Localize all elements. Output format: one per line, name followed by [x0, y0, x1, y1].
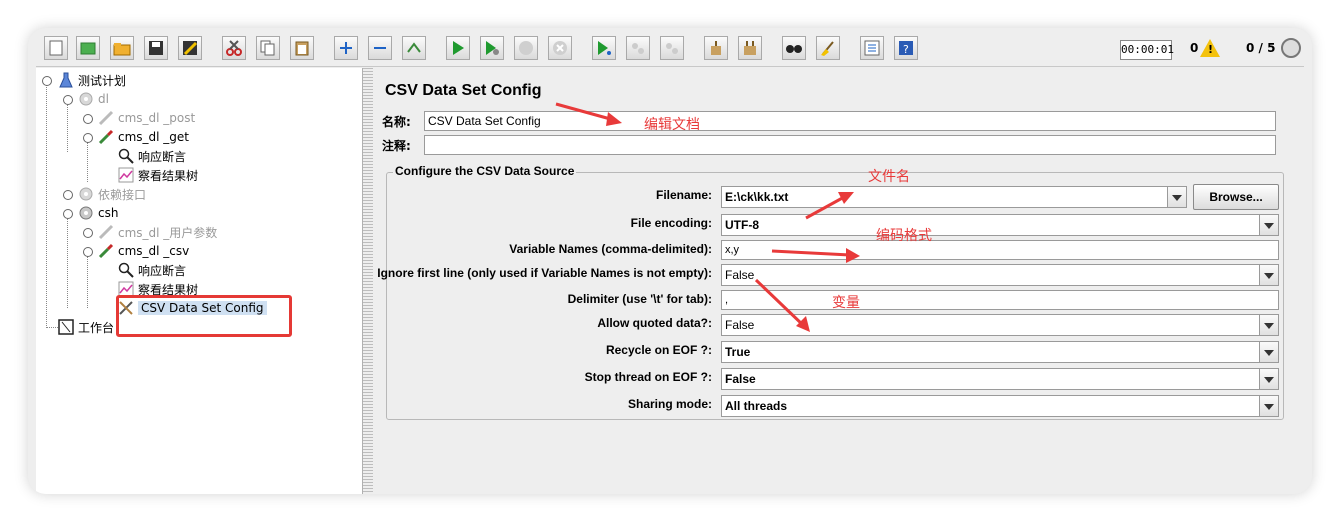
- tree-node-label: 察看结果树: [138, 168, 199, 183]
- save-icon[interactable]: [144, 36, 168, 60]
- tree-node-label: cms_dl _csv: [118, 244, 190, 258]
- new-icon[interactable]: [44, 36, 68, 60]
- collapse-icon[interactable]: [368, 36, 392, 60]
- tree-node-response-assertion-2[interactable]: 响应断言: [118, 261, 186, 279]
- highlight-box: [116, 295, 292, 337]
- tree-node-label: cms_dl _post: [118, 111, 196, 125]
- remote-start-icon[interactable]: [592, 36, 616, 60]
- shutdown-icon[interactable]: [548, 36, 572, 60]
- search-icon[interactable]: [782, 36, 806, 60]
- gear-icon: [78, 205, 94, 221]
- gear-icon: [78, 186, 94, 202]
- workbench-icon: [58, 319, 74, 335]
- tree-node-response-assertion[interactable]: 响应断言: [118, 147, 186, 165]
- copy-icon[interactable]: [256, 36, 280, 60]
- remote-globe-icon[interactable]: [1281, 38, 1301, 58]
- remote-stop-icon[interactable]: [626, 36, 650, 60]
- help-icon[interactable]: ?: [894, 36, 918, 60]
- clear-all-icon[interactable]: [738, 36, 762, 60]
- tree-node-test-plan[interactable]: 测试计划: [58, 71, 126, 89]
- tree-node-dl[interactable]: dl: [78, 90, 109, 108]
- tree-node-label: dl: [98, 92, 109, 106]
- tree-node-label: 工作台: [78, 320, 115, 335]
- tree-node-label: cms_dl _用户参数: [118, 225, 218, 240]
- tree-node-label: 响应断言: [138, 149, 187, 164]
- tree-node-csh[interactable]: csh: [78, 204, 118, 222]
- toolbar: ? 00:00:01 0 ! 0 / 5: [36, 32, 1304, 67]
- tree-node-cms-dl-user-params[interactable]: cms_dl _用户参数: [98, 223, 217, 241]
- pipette-icon: [98, 224, 114, 240]
- tree-node-label: 测试计划: [78, 73, 127, 88]
- paste-icon[interactable]: [290, 36, 314, 60]
- tree-node-dependency[interactable]: 依赖接口: [78, 185, 146, 203]
- thread-count: 0 / 5: [1246, 41, 1276, 55]
- pane-splitter[interactable]: [363, 68, 373, 494]
- start-no-pause-icon[interactable]: [480, 36, 504, 60]
- open-icon[interactable]: [110, 36, 134, 60]
- app-window: ? 00:00:01 0 ! 0 / 5 测试计划 dl cms_dl _pos…: [28, 28, 1312, 494]
- tree-node-cms-dl-post[interactable]: cms_dl _post: [98, 109, 195, 127]
- magnifier-icon: [118, 262, 134, 278]
- elapsed-time: 00:00:01: [1120, 40, 1174, 60]
- warning-mark: !: [1208, 43, 1214, 56]
- clear-icon[interactable]: [704, 36, 728, 60]
- tree-node-label: 依赖接口: [98, 187, 147, 202]
- expand-icon[interactable]: [334, 36, 358, 60]
- config-panel: CSV Data Set Config 名称: CSV Data Set Con…: [376, 68, 1304, 494]
- gear-icon: [78, 91, 94, 107]
- cut-icon[interactable]: [222, 36, 246, 60]
- reset-search-icon[interactable]: [816, 36, 840, 60]
- tree-node-results-tree[interactable]: 察看结果树: [118, 166, 198, 184]
- tree-node-label: csh: [98, 206, 119, 220]
- pipette-icon: [98, 243, 114, 259]
- chart-icon: [118, 167, 134, 183]
- pipette-icon: [98, 129, 114, 145]
- tree-node-label: cms_dl _get: [118, 130, 190, 144]
- pipette-icon: [98, 110, 114, 126]
- flask-icon: [58, 72, 74, 88]
- svg-text:?: ?: [903, 43, 909, 56]
- stop-icon[interactable]: [514, 36, 538, 60]
- tree-node-label: 响应断言: [138, 263, 187, 278]
- tree-node-cms-dl-get[interactable]: cms_dl _get: [98, 128, 189, 146]
- annotation-arrows: [555, 102, 860, 332]
- start-icon[interactable]: [446, 36, 470, 60]
- error-count: 0: [1190, 41, 1199, 55]
- tree-node-cms-dl-csv[interactable]: cms_dl _csv: [98, 242, 189, 260]
- templates-icon[interactable]: [76, 36, 100, 60]
- remote-exit-icon[interactable]: [660, 36, 684, 60]
- toggle-icon[interactable]: [402, 36, 426, 60]
- save-as-icon[interactable]: [178, 36, 202, 60]
- tree-node-workbench[interactable]: 工作台: [58, 318, 114, 336]
- test-plan-tree: 测试计划 dl cms_dl _post cms_dl _get 响应断言 察看…: [36, 68, 363, 494]
- magnifier-icon: [118, 148, 134, 164]
- function-helper-icon[interactable]: [860, 36, 884, 60]
